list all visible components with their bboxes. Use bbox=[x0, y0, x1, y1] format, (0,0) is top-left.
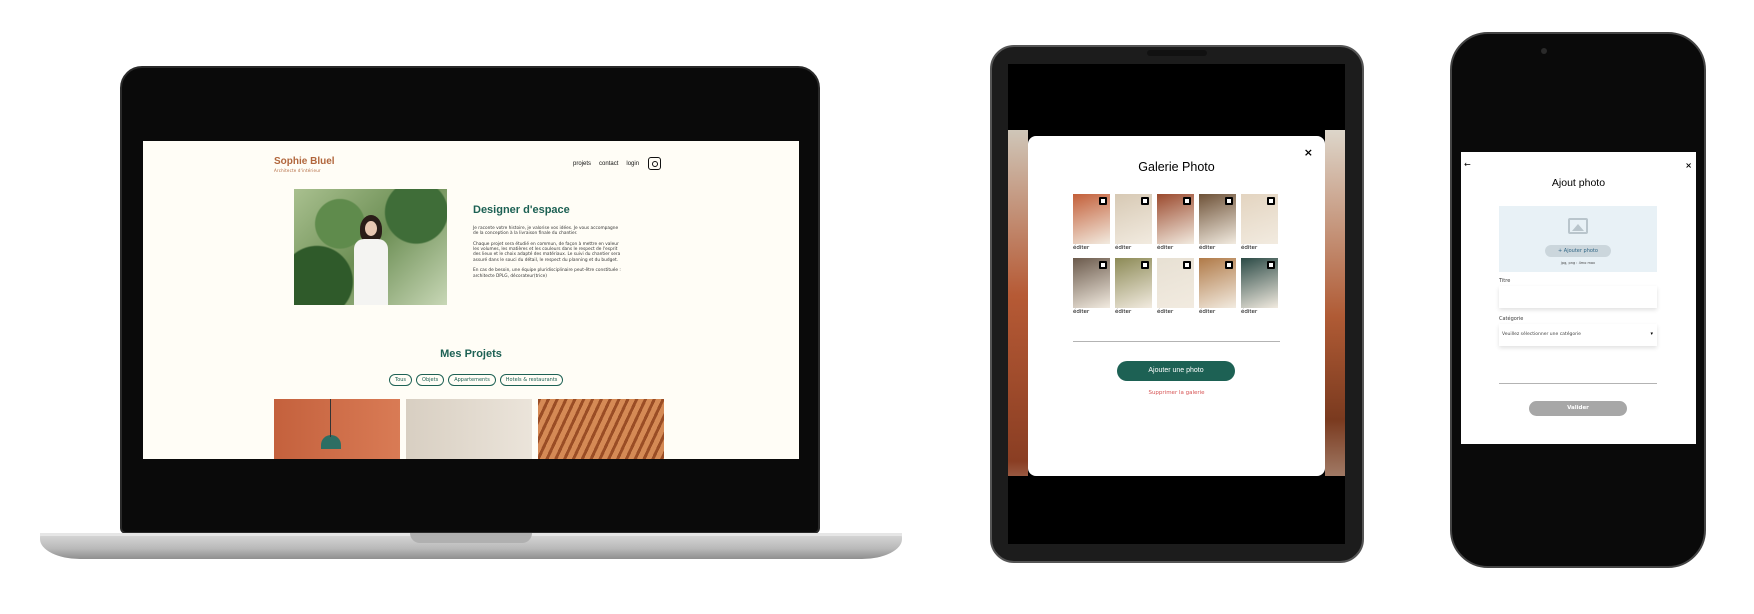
close-icon[interactable]: × bbox=[1685, 161, 1692, 170]
filter-all[interactable]: Tous bbox=[389, 374, 413, 386]
image-icon bbox=[1568, 218, 1588, 234]
intro-paragraph: Je raconte votre histoire, je valorise v… bbox=[473, 226, 619, 237]
gallery-modal: × Galerie Photo éditer éditer éditer éditer… bbox=[1028, 136, 1325, 476]
gallery-item: éditer bbox=[1115, 258, 1152, 318]
modal-title: Ajout photo bbox=[1551, 177, 1606, 189]
upload-hint: jpg, png : 4mo max bbox=[1560, 261, 1596, 265]
trash-icon[interactable] bbox=[1183, 261, 1191, 269]
nav-login[interactable]: login bbox=[626, 161, 639, 167]
divider bbox=[1499, 383, 1657, 384]
filter-hotels[interactable]: Hotels & restaurants bbox=[499, 374, 564, 386]
phone-camera bbox=[1541, 48, 1547, 54]
edit-link[interactable]: éditer bbox=[1157, 309, 1194, 315]
instagram-icon[interactable] bbox=[648, 157, 661, 170]
project-thumbnail[interactable] bbox=[274, 399, 400, 459]
phone-screen: ← × Ajout photo + Ajouter photo jpg, png… bbox=[1461, 152, 1696, 444]
nav-projects[interactable]: projets bbox=[573, 161, 591, 167]
gallery-item: éditer bbox=[1073, 258, 1110, 318]
edit-link[interactable]: éditer bbox=[1115, 309, 1152, 315]
photo-upload-zone: + Ajouter photo jpg, png : 4mo max bbox=[1499, 206, 1657, 272]
edit-link[interactable]: éditer bbox=[1241, 245, 1278, 251]
add-photo-button[interactable]: + Ajouter photo bbox=[1545, 245, 1611, 257]
intro-paragraph: Chaque projet sera étudié en commun, de … bbox=[473, 241, 621, 263]
close-icon[interactable]: × bbox=[1304, 146, 1313, 159]
filter-apartments[interactable]: Appartements bbox=[448, 374, 496, 386]
gallery-item: éditer bbox=[1241, 258, 1278, 318]
edit-link[interactable]: éditer bbox=[1157, 245, 1194, 251]
trash-icon[interactable] bbox=[1225, 261, 1233, 269]
trash-icon[interactable] bbox=[1267, 197, 1275, 205]
trash-icon[interactable] bbox=[1141, 197, 1149, 205]
tablet-screen: × Galerie Photo éditer éditer éditer éditer… bbox=[1008, 64, 1345, 544]
main-nav: projets contact login bbox=[573, 161, 639, 167]
site-logo-subtitle: Architecte d'intérieur bbox=[274, 168, 321, 173]
add-photo-button[interactable]: Ajouter une photo bbox=[1117, 361, 1235, 381]
edit-link[interactable]: éditer bbox=[1073, 245, 1110, 251]
gallery-item: éditer bbox=[1199, 258, 1236, 318]
filter-bar: Tous Objets Appartements Hotels & restau… bbox=[389, 374, 564, 386]
divider bbox=[1073, 341, 1280, 342]
category-select[interactable]: Veuillez sélectionner une catégorie ▾ bbox=[1499, 324, 1657, 346]
tablet-camera bbox=[1147, 50, 1207, 56]
trash-icon[interactable] bbox=[1099, 197, 1107, 205]
profile-photo bbox=[294, 189, 447, 305]
modal-title: Galerie Photo bbox=[1138, 160, 1215, 174]
gallery-item: éditer bbox=[1157, 258, 1194, 318]
chevron-down-icon: ▾ bbox=[1650, 331, 1653, 337]
project-thumbnail[interactable] bbox=[538, 399, 664, 459]
back-arrow-icon[interactable]: ← bbox=[1464, 160, 1471, 169]
delete-gallery-link[interactable]: Supprimer la galerie bbox=[1028, 390, 1325, 396]
edit-link[interactable]: éditer bbox=[1115, 245, 1152, 251]
filter-objects[interactable]: Objets bbox=[416, 374, 445, 386]
trash-icon[interactable] bbox=[1183, 197, 1191, 205]
gallery-item: éditer bbox=[1073, 194, 1110, 254]
title-label: Titre bbox=[1499, 278, 1511, 284]
gallery-grid: éditer éditer éditer éditer éditer éditer édit… bbox=[1073, 194, 1278, 318]
edit-link[interactable]: éditer bbox=[1199, 245, 1236, 251]
title-input[interactable] bbox=[1499, 286, 1657, 308]
gallery-item: éditer bbox=[1157, 194, 1194, 254]
trash-icon[interactable] bbox=[1267, 261, 1275, 269]
laptop-screen: Sophie Bluel Architecte d'intérieur proj… bbox=[143, 141, 799, 459]
intro-text: Je raconte votre histoire, je valorise v… bbox=[473, 226, 623, 284]
edit-link[interactable]: éditer bbox=[1199, 309, 1236, 315]
gallery-item: éditer bbox=[1241, 194, 1278, 254]
gallery-item: éditer bbox=[1115, 194, 1152, 254]
device-mockups: Sophie Bluel Architecte d'intérieur proj… bbox=[0, 0, 1754, 614]
trash-icon[interactable] bbox=[1099, 261, 1107, 269]
projects-title: Mes Projets bbox=[440, 348, 502, 360]
edit-link[interactable]: éditer bbox=[1241, 309, 1278, 315]
trash-icon[interactable] bbox=[1225, 197, 1233, 205]
intro-title: Designer d'espace bbox=[473, 204, 570, 216]
edit-link[interactable]: éditer bbox=[1073, 309, 1110, 315]
gallery-item: éditer bbox=[1199, 194, 1236, 254]
validate-button[interactable]: Valider bbox=[1529, 401, 1627, 416]
intro-paragraph: En cas de besoin, une équipe pluridiscip… bbox=[473, 268, 621, 279]
category-placeholder: Veuillez sélectionner une catégorie bbox=[1502, 332, 1581, 337]
site-logo[interactable]: Sophie Bluel bbox=[274, 156, 335, 167]
nav-contact[interactable]: contact bbox=[599, 161, 618, 167]
category-label: Catégorie bbox=[1499, 316, 1524, 322]
trash-icon[interactable] bbox=[1141, 261, 1149, 269]
project-thumbnail[interactable] bbox=[406, 399, 532, 459]
